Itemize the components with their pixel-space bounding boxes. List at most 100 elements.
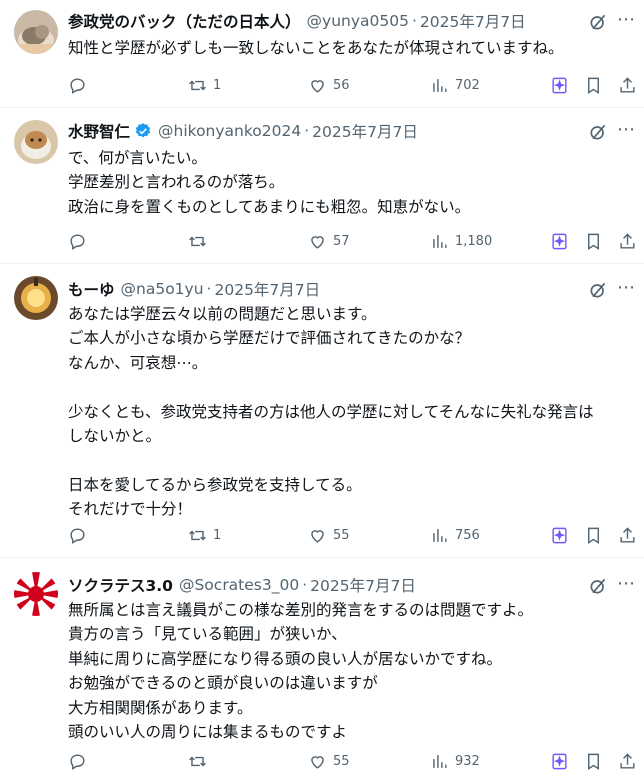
grok-icon[interactable] — [588, 122, 608, 142]
grok-explain-button[interactable] — [550, 74, 569, 96]
tweet-header: もーゆ @na5o1yu · 2025年7月7日 — [68, 278, 320, 300]
avatar-rising-sun[interactable] — [14, 572, 58, 616]
like-button[interactable]: 55 — [308, 750, 350, 772]
post-date[interactable]: 2025年7月7日 — [310, 574, 416, 596]
views-icon — [433, 78, 447, 92]
reply-icon — [70, 527, 85, 544]
heart-icon — [311, 235, 324, 249]
tweet-3[interactable]: もーゆ @na5o1yu · 2025年7月7日 ⋯ あなたは学歴云々以前の問題… — [0, 264, 644, 558]
retweet-button[interactable] — [188, 750, 213, 772]
like-button[interactable]: 56 — [308, 74, 350, 96]
author-handle[interactable]: @yunya0505 — [307, 12, 409, 30]
bookmark-icon — [588, 77, 599, 94]
bookmark-icon — [588, 233, 599, 250]
reply-button[interactable] — [68, 750, 87, 772]
separator-dot: · — [304, 122, 310, 140]
like-button[interactable]: 55 — [308, 524, 350, 546]
action-bar: 55 932 — [68, 750, 644, 772]
bookmark-button[interactable] — [584, 524, 603, 546]
avatar-cat[interactable] — [14, 10, 58, 54]
retweet-count: 1 — [213, 527, 222, 543]
author-handle[interactable]: @hikonyanko2024 — [158, 122, 301, 140]
action-bar: 1 56 702 — [68, 74, 644, 96]
share-icon — [620, 76, 635, 93]
share-icon — [620, 526, 635, 543]
bookmark-icon — [588, 527, 599, 544]
views-icon — [433, 528, 447, 542]
heart-icon — [311, 529, 324, 543]
grok-explain-button[interactable] — [550, 230, 569, 252]
share-button[interactable] — [618, 524, 637, 546]
heart-icon — [311, 755, 324, 769]
tweet-text: 無所属とは言え議員がこの様な差別的発言をするのは問題ですよ。 貴方の言う「見てい… — [68, 601, 534, 742]
post-date[interactable]: 2025年7月7日 — [420, 10, 526, 32]
bookmark-button[interactable] — [584, 750, 603, 772]
tweet-text: で、何が言いたい。 学歴差別と言われるのが落ち。 政治に身を置くものとしてあまり… — [68, 149, 471, 216]
retweet-button[interactable]: 1 — [188, 524, 221, 546]
views-icon — [433, 754, 447, 768]
author-name[interactable]: 水野智仁 — [68, 120, 130, 142]
reply-button[interactable] — [68, 230, 87, 252]
tweet-header: ソクラテス3.0 @Socrates3_00 · 2025年7月7日 — [68, 574, 416, 596]
share-button[interactable] — [618, 750, 637, 772]
grok-icon[interactable] — [588, 280, 608, 300]
views-icon — [433, 234, 447, 248]
grok-explain-button[interactable] — [550, 750, 569, 772]
post-date[interactable]: 2025年7月7日 — [312, 120, 418, 142]
grok-spark-icon — [552, 233, 567, 249]
retweet-icon — [189, 530, 206, 540]
verified-badge-icon — [134, 122, 152, 140]
avatar-lantern[interactable] — [14, 276, 58, 320]
avatar-hamster[interactable] — [14, 120, 58, 164]
views-button[interactable]: 702 — [430, 74, 480, 96]
reply-icon — [70, 753, 85, 770]
retweet-button[interactable] — [188, 230, 213, 252]
author-name[interactable]: 参政党のバック（ただの日本人） — [68, 10, 301, 32]
share-button[interactable] — [618, 74, 637, 96]
separator-dot: · — [302, 576, 308, 594]
post-date[interactable]: 2025年7月7日 — [214, 278, 320, 300]
views-count: 702 — [455, 77, 480, 93]
more-options-icon[interactable]: ⋯ — [616, 574, 636, 594]
reply-icon — [70, 77, 85, 94]
tweet-header: 参政党のバック（ただの日本人） @yunya0505 · 2025年7月7日 — [68, 10, 526, 32]
tweet-4[interactable]: ソクラテス3.0 @Socrates3_00 · 2025年7月7日 ⋯ 無所属… — [0, 558, 644, 780]
grok-icon[interactable] — [588, 12, 608, 32]
bookmark-button[interactable] — [584, 230, 603, 252]
grok-explain-button[interactable] — [550, 524, 569, 546]
like-count: 56 — [333, 77, 350, 93]
separator-dot: · — [206, 280, 212, 298]
more-options-icon[interactable]: ⋯ — [616, 120, 636, 140]
like-button[interactable]: 57 — [308, 230, 350, 252]
grok-spark-icon — [552, 753, 567, 769]
bookmark-button[interactable] — [584, 74, 603, 96]
like-count: 57 — [333, 233, 350, 249]
separator-dot: · — [411, 12, 417, 30]
reply-button[interactable] — [68, 74, 87, 96]
retweet-icon — [189, 756, 206, 766]
author-name[interactable]: もーゆ — [68, 278, 115, 300]
author-name[interactable]: ソクラテス3.0 — [68, 574, 173, 596]
views-button[interactable]: 1,180 — [430, 230, 492, 252]
action-bar: 1 55 756 — [68, 524, 644, 546]
bookmark-icon — [588, 753, 599, 770]
views-button[interactable]: 932 — [430, 750, 480, 772]
retweet-button[interactable]: 1 — [188, 74, 221, 96]
grok-icon[interactable] — [588, 576, 608, 596]
views-button[interactable]: 756 — [430, 524, 480, 546]
more-options-icon[interactable]: ⋯ — [616, 278, 636, 298]
tweet-text: 知性と学歴が必ずしも一致しないことをあなたが体現されていますね。 — [68, 39, 564, 57]
grok-spark-icon — [552, 527, 567, 543]
more-options-icon[interactable]: ⋯ — [616, 10, 636, 30]
share-button[interactable] — [618, 230, 637, 252]
grok-spark-icon — [552, 77, 567, 93]
reply-button[interactable] — [68, 524, 87, 546]
retweet-count: 1 — [213, 77, 222, 93]
retweet-icon — [189, 80, 206, 90]
author-handle[interactable]: @Socrates3_00 — [179, 576, 299, 594]
tweet-1[interactable]: 参政党のバック（ただの日本人） @yunya0505 · 2025年7月7日 ⋯… — [0, 0, 644, 108]
share-icon — [620, 232, 635, 249]
tweet-2[interactable]: 水野智仁 @hikonyanko2024 · 2025年7月7日 ⋯ で、何が言… — [0, 108, 644, 264]
reply-icon — [70, 233, 85, 250]
author-handle[interactable]: @na5o1yu — [121, 280, 204, 298]
